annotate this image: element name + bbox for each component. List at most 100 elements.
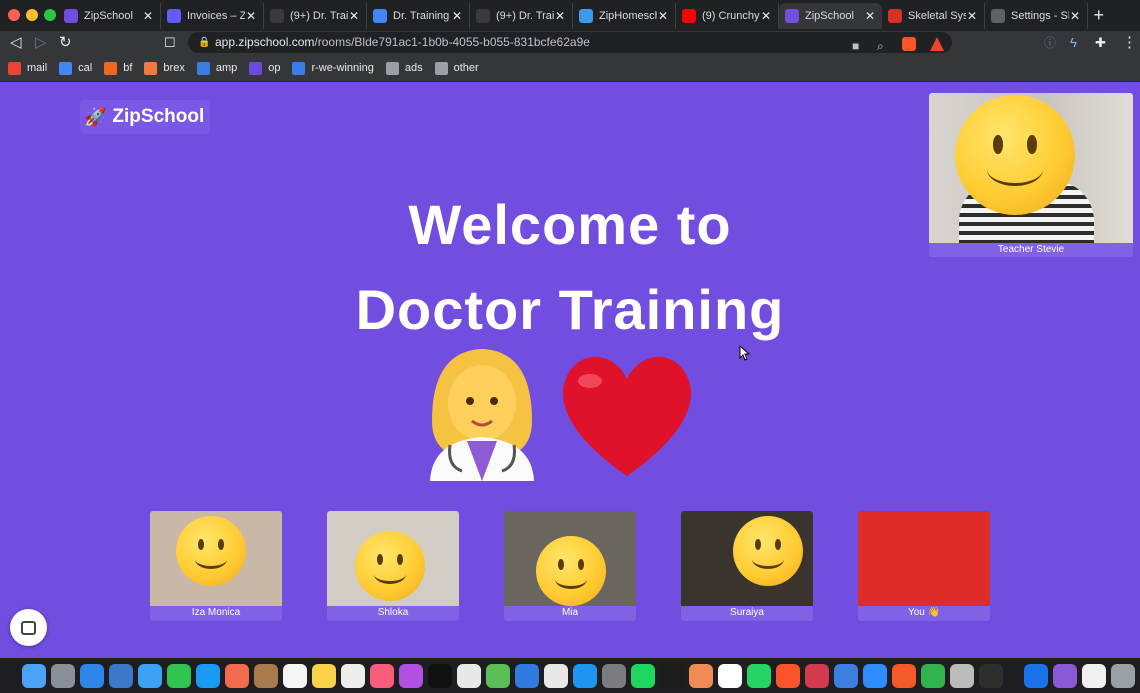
zoom-window-button[interactable] [44,9,56,21]
browser-tab[interactable]: Settings - Sl ✕ [985,3,1088,29]
address-bar[interactable]: 🔒 app.zipschool.com/rooms/Blde791ac1-1b0… [188,32,952,53]
brave-rewards-icon[interactable] [930,37,944,51]
info-icon[interactable]: ⓘ [1044,34,1056,52]
student-video-tile[interactable]: You 👋 [858,511,990,621]
bookmark-brex[interactable]: brex [144,61,185,75]
dock-app-icon[interactable] [312,663,336,688]
dock-app-icon[interactable] [167,663,191,688]
face-mask-icon [355,531,425,601]
bookmark-icon[interactable]: ☐ [164,34,176,52]
dock-app-icon[interactable] [80,663,104,688]
brave-shields-icon[interactable] [902,37,916,51]
bookmark-label: ads [404,62,423,74]
dock-app-icon[interactable] [602,663,626,688]
dock-app-icon[interactable] [1082,663,1106,688]
bookmark-ads[interactable]: ads [385,61,423,75]
camera-icon[interactable]: ■ [852,36,859,57]
dock-app-icon[interactable] [921,663,945,688]
student-video-tile[interactable]: Iza Monica [150,511,282,621]
browser-tab[interactable]: (9+) Dr. Trai ✕ [470,3,573,29]
new-tab-button[interactable]: + [1093,6,1104,24]
browser-tab[interactable]: ZipSchool ✕ [58,3,161,29]
dock-app-icon[interactable] [225,663,249,688]
zoom-icon[interactable]: ⌕ [877,36,884,57]
dock-app-icon[interactable] [254,663,278,688]
dock-app-icon[interactable] [544,663,568,688]
browser-tab[interactable]: (9) Crunchy ✕ [676,3,779,29]
student-name: Suraiya [730,607,764,618]
bookmark-mail[interactable]: mail [8,61,47,75]
headline-emoji [430,349,691,481]
close-tab-icon[interactable]: ✕ [348,9,360,23]
dock-app-icon[interactable] [457,663,481,688]
zipschool-logo[interactable]: 🚀 ZipSchool [80,100,210,134]
tab-title: ZipSchool [805,10,854,22]
browser-tab[interactable]: Dr. Training l ✕ [367,3,470,29]
teacher-video-tile[interactable]: Teacher Stevie [929,93,1133,257]
dock-app-icon[interactable] [863,663,887,688]
dock-app-icon[interactable] [747,663,771,688]
dock-app-icon[interactable] [515,663,539,688]
dock-app-icon[interactable] [573,663,597,688]
dock-app-icon[interactable] [805,663,829,688]
dock-app-icon[interactable] [1024,663,1048,688]
dock-app-icon[interactable] [22,663,46,688]
bookmark-amp[interactable]: amp [196,61,237,75]
bookmark-bf[interactable]: bf [104,61,132,75]
dock-app-icon[interactable] [341,663,365,688]
logo-text: ZipSchool [112,106,205,127]
bookmark-op[interactable]: op [249,61,280,75]
reload-icon[interactable]: ↻ [59,34,72,52]
dock-app-icon[interactable] [892,663,916,688]
back-icon[interactable]: ◁ [10,34,22,52]
dock-app-icon[interactable] [428,663,452,688]
close-tab-icon[interactable]: ✕ [657,9,669,23]
dock-app-icon[interactable] [486,663,510,688]
dock-app-icon[interactable] [718,663,742,688]
student-video-tile[interactable]: Shloka [327,511,459,621]
dock-app-icon[interactable] [1111,663,1135,688]
dock-app-icon[interactable] [399,663,423,688]
bookmark-other[interactable]: other [434,61,479,75]
dock-app-icon[interactable] [950,663,974,688]
close-tab-icon[interactable]: ✕ [864,9,876,23]
dock-app-icon[interactable] [283,663,307,688]
dock-app-icon[interactable] [631,663,655,688]
browser-tab[interactable]: ZipHomesch ✕ [573,3,676,29]
forward-icon[interactable]: ▷ [35,34,47,52]
dock-app-icon[interactable] [834,663,858,688]
browser-tab[interactable]: Skeletal Syst ✕ [882,3,985,29]
dock-app-icon[interactable] [979,663,1003,688]
dock-app-icon[interactable] [370,663,394,688]
close-tab-icon[interactable]: ✕ [142,9,154,23]
close-tab-icon[interactable]: ✕ [245,9,257,23]
chat-button[interactable] [10,609,47,646]
browser-tab[interactable]: ZipSchool ✕ [779,3,882,29]
dock-app-icon[interactable] [109,663,133,688]
dock-app-icon[interactable] [51,663,75,688]
dock-app-icon[interactable] [196,663,220,688]
menu-icon[interactable]: ⋮ [1122,34,1137,52]
tab-title: Skeletal Syst [908,10,966,22]
close-tab-icon[interactable]: ✕ [554,9,566,23]
calendar-icon [59,61,73,75]
bookmark-cal[interactable]: cal [59,61,92,75]
close-tab-icon[interactable]: ✕ [966,9,978,23]
dock-app-icon[interactable] [1053,663,1077,688]
bookmark-r-we-winning[interactable]: r-we-winning [292,61,374,75]
lightning-icon[interactable]: ϟ [1070,34,1077,52]
dock-app-icon[interactable] [689,663,713,688]
close-tab-icon[interactable]: ✕ [1069,9,1081,23]
dock-app-icon[interactable] [660,663,684,688]
extensions-icon[interactable]: ✚ [1095,34,1106,52]
minimize-window-button[interactable] [26,9,38,21]
dock-app-icon[interactable] [776,663,800,688]
close-tab-icon[interactable]: ✕ [451,9,463,23]
dock-app-icon[interactable] [138,663,162,688]
close-tab-icon[interactable]: ✕ [760,9,772,23]
browser-tab[interactable]: Invoices – Zi ✕ [161,3,264,29]
student-video-tile[interactable]: Suraiya [681,511,813,621]
browser-tab[interactable]: (9+) Dr. Trai ✕ [264,3,367,29]
close-window-button[interactable] [8,9,20,21]
student-video-tile[interactable]: Mia [504,511,636,621]
